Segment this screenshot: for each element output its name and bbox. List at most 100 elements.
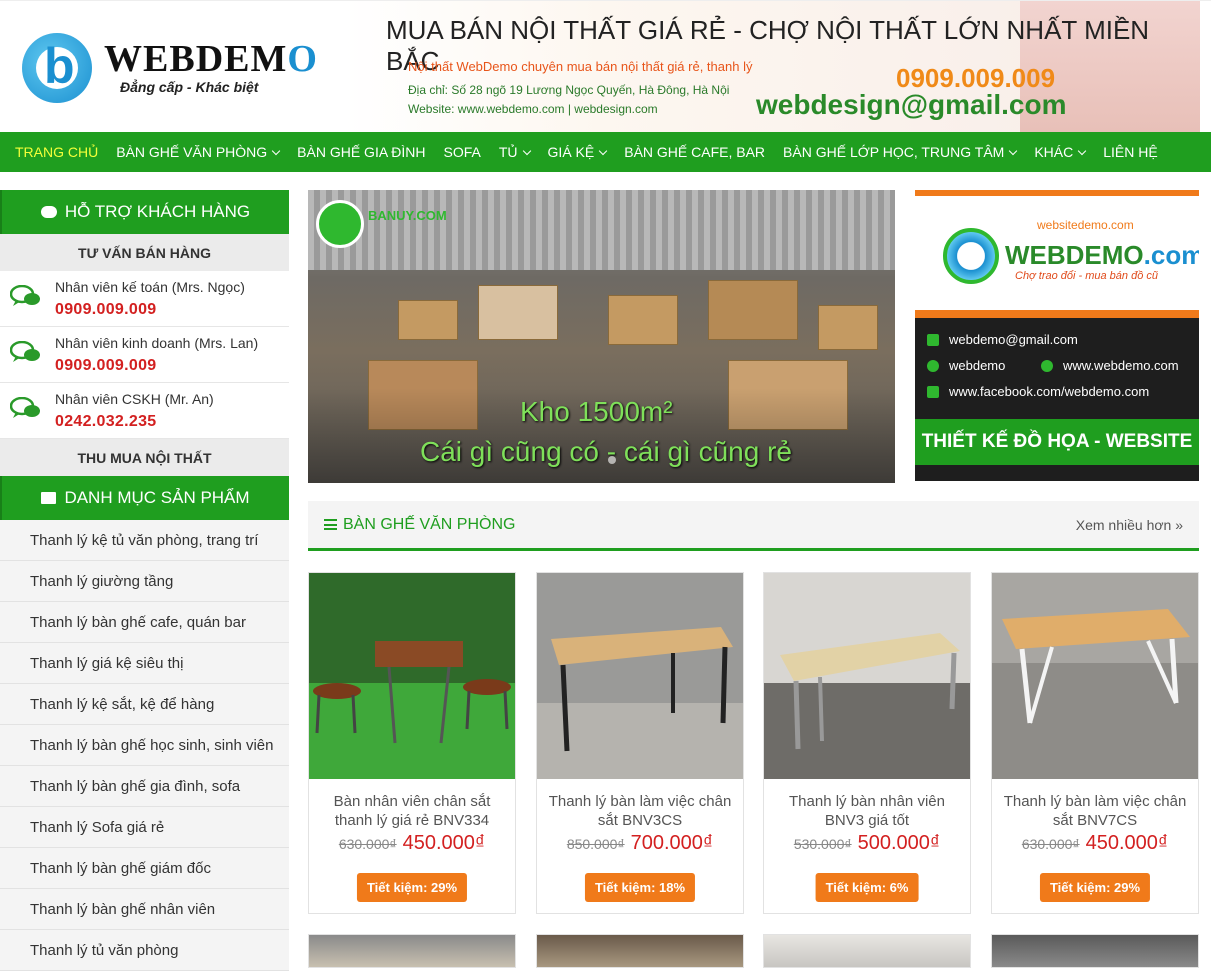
product-card[interactable]: Thanh lý bàn làm việc chân sắt BNV3CS 85…	[536, 572, 744, 914]
nav-classroom[interactable]: BÀN GHẾ LỚP HỌC, TRUNG TÂM	[774, 144, 1025, 160]
ad-logo-icon	[943, 228, 999, 284]
nav-office-furniture[interactable]: BÀN GHẾ VĂN PHÒNG	[107, 144, 288, 160]
staff-item[interactable]: Nhân viên kế toán (Mrs. Ngọc) 0909.009.0…	[0, 271, 289, 327]
product-photo-table-stools	[309, 573, 515, 779]
ad-skype-row: webdemo	[927, 358, 1005, 373]
nav-home[interactable]: TRANG CHỦ	[6, 144, 107, 160]
banner-website: Website: www.webdemo.com | webdesign.com	[408, 102, 658, 116]
category-item[interactable]: Thanh lý giường tầng	[0, 561, 289, 602]
facebook-icon	[927, 385, 939, 398]
product-name[interactable]: Bàn nhân viên chân sắt thanh lý giá rẻ B…	[313, 792, 511, 830]
logo-name: WEBDEMO	[104, 38, 318, 80]
folder-icon	[41, 492, 57, 504]
ad-top-panel: websitedemo.com WEBDEMO.com Chợ trao đổi…	[915, 190, 1199, 318]
sales-subheader: TƯ VẤN BÁN HÀNG	[0, 234, 289, 271]
product-image[interactable]	[537, 573, 743, 779]
category-item[interactable]: Thanh lý kệ tủ văn phòng, trang trí	[0, 520, 289, 561]
chat-bubbles-icon	[10, 341, 40, 362]
product-card-partial[interactable]	[991, 934, 1199, 968]
section-title[interactable]: BÀN GHẾ VĂN PHÒNG	[324, 516, 515, 534]
chevron-down-icon	[1009, 146, 1018, 155]
globe-icon	[1041, 359, 1053, 372]
ad-slogan: Chợ trao đổi - mua bán đồ cũ	[1015, 270, 1159, 282]
staff-phone[interactable]: 0242.032.235	[55, 413, 156, 431]
header-banner: MUA BÁN NỘI THẤT GIÁ RẺ - CHỢ NỘI THẤT L…	[344, 1, 1200, 132]
ad-brand: WEBDEMO.com	[1005, 240, 1199, 270]
category-item[interactable]: Thanh lý giá kệ siêu thị	[0, 643, 289, 684]
staff-name: Nhân viên kinh doanh (Mrs. Lan)	[55, 335, 259, 351]
chat-icon	[40, 206, 57, 218]
product-image[interactable]	[309, 573, 515, 779]
product-image[interactable]	[992, 573, 1198, 779]
nav-home-furniture[interactable]: BÀN GHẾ GIA ĐÌNH	[288, 144, 434, 160]
nav-other[interactable]: KHÁC	[1025, 144, 1094, 160]
staff-phone[interactable]: 0909.009.009	[55, 301, 156, 319]
product-card[interactable]: Bàn nhân viên chân sắt thanh lý giá rẻ B…	[308, 572, 516, 914]
current-price: 450.000₫	[1085, 832, 1169, 854]
staff-item[interactable]: Nhân viên kinh doanh (Mrs. Lan) 0909.009…	[0, 327, 289, 383]
staff-name: Nhân viên kế toán (Mrs. Ngọc)	[55, 279, 245, 295]
menu-icon	[324, 519, 337, 530]
furniture-box	[478, 285, 558, 340]
warehouse-roof	[308, 190, 895, 270]
nav-cabinet[interactable]: TỦ	[490, 144, 539, 160]
discount-badge: Tiết kiệm: 6%	[815, 873, 919, 902]
product-card-partial[interactable]	[763, 934, 971, 968]
discount-badge: Tiết kiệm: 29%	[356, 873, 468, 902]
slider-dot[interactable]	[608, 456, 616, 464]
slider-logo-text: BANUY.COM	[368, 208, 447, 223]
product-prices: 530.000₫ 500.000₫	[764, 832, 970, 855]
hero-slider[interactable]: BANUY.COM Kho 1500m² Cái gì cũng có - cá…	[308, 190, 895, 483]
product-name[interactable]: Thanh lý bàn làm việc chân sắt BNV7CS	[996, 792, 1194, 830]
category-item[interactable]: Thanh lý kệ sắt, kệ để hàng	[0, 684, 289, 725]
category-item[interactable]: Thanh lý bàn ghế học sinh, sinh viên	[0, 725, 289, 766]
banner-intro: Nội thất WebDemo chuyên mua bán nội thất…	[408, 59, 753, 74]
category-item[interactable]: Thanh lý tủ văn phòng	[0, 930, 289, 971]
product-photo-desk	[764, 573, 970, 779]
sidebar: HỖ TRỢ KHÁCH HÀNG TƯ VẤN BÁN HÀNG Nhân v…	[0, 190, 289, 971]
category-item[interactable]: Thanh lý bàn ghế gia đình, sofa	[0, 766, 289, 807]
category-title: DANH MỤC SẢN PHẨM	[64, 488, 250, 507]
current-price: 500.000₫	[857, 832, 941, 854]
category-item[interactable]: Thanh lý bàn ghế cafe, quán bar	[0, 602, 289, 643]
product-photo-desk	[992, 573, 1198, 779]
old-price: 530.000₫	[793, 836, 852, 852]
product-name[interactable]: Thanh lý bàn nhân viên BNV3 giá tốt	[768, 792, 966, 830]
nav-contact[interactable]: LIÊN HỆ	[1094, 144, 1166, 160]
chevron-down-icon	[598, 146, 608, 155]
buy-subheader[interactable]: THU MUA NỘI THẤT	[0, 439, 289, 476]
product-prices: 850.000₫ 700.000₫	[537, 832, 743, 855]
staff-phone[interactable]: 0909.009.009	[55, 357, 156, 375]
category-item[interactable]: Thanh lý bàn ghế nhân viên	[0, 889, 289, 930]
logo-icon: b	[22, 33, 92, 103]
product-card-partial[interactable]	[308, 934, 516, 968]
nav-sofa[interactable]: SOFA	[435, 144, 490, 160]
nav-shelves[interactable]: GIÁ KỆ	[539, 144, 616, 160]
slider-logo-icon	[316, 200, 364, 248]
mail-icon	[927, 333, 939, 346]
category-item[interactable]: Thanh lý Sofa giá rẻ	[0, 807, 289, 848]
nav-cafe-bar[interactable]: BÀN GHẾ CAFE, BAR	[615, 144, 774, 160]
product-prices: 630.000₫ 450.000₫	[992, 832, 1198, 855]
side-advert[interactable]: websitedemo.com WEBDEMO.com Chợ trao đổi…	[915, 190, 1199, 481]
site-logo[interactable]: b WEBDEMO Đẳng cấp - Khác biệt	[22, 33, 322, 105]
chat-bubbles-icon	[10, 397, 40, 418]
staff-item[interactable]: Nhân viên CSKH (Mr. An) 0242.032.235	[0, 383, 289, 439]
current-price: 700.000₫	[630, 832, 714, 854]
support-header: HỖ TRỢ KHÁCH HÀNG	[0, 190, 289, 234]
ad-web-row: www.webdemo.com	[1041, 358, 1179, 373]
view-more-link[interactable]: Xem nhiều hơn »	[1076, 517, 1183, 533]
category-item[interactable]: Thanh lý bàn ghế giám đốc	[0, 848, 289, 889]
product-card-partial[interactable]	[536, 934, 744, 968]
product-card[interactable]: Thanh lý bàn làm việc chân sắt BNV7CS 63…	[991, 572, 1199, 914]
furniture-box	[708, 280, 798, 340]
staff-name: Nhân viên CSKH (Mr. An)	[55, 391, 214, 407]
chat-bubbles-icon	[10, 285, 40, 306]
support-title: HỖ TRỢ KHÁCH HÀNG	[64, 202, 251, 221]
old-price: 850.000₫	[566, 836, 625, 852]
chevron-down-icon	[271, 146, 281, 155]
product-image[interactable]	[764, 573, 970, 779]
product-card[interactable]: Thanh lý bàn nhân viên BNV3 giá tốt 530.…	[763, 572, 971, 914]
product-name[interactable]: Thanh lý bàn làm việc chân sắt BNV3CS	[541, 792, 739, 830]
discount-badge: Tiết kiệm: 18%	[584, 873, 696, 902]
